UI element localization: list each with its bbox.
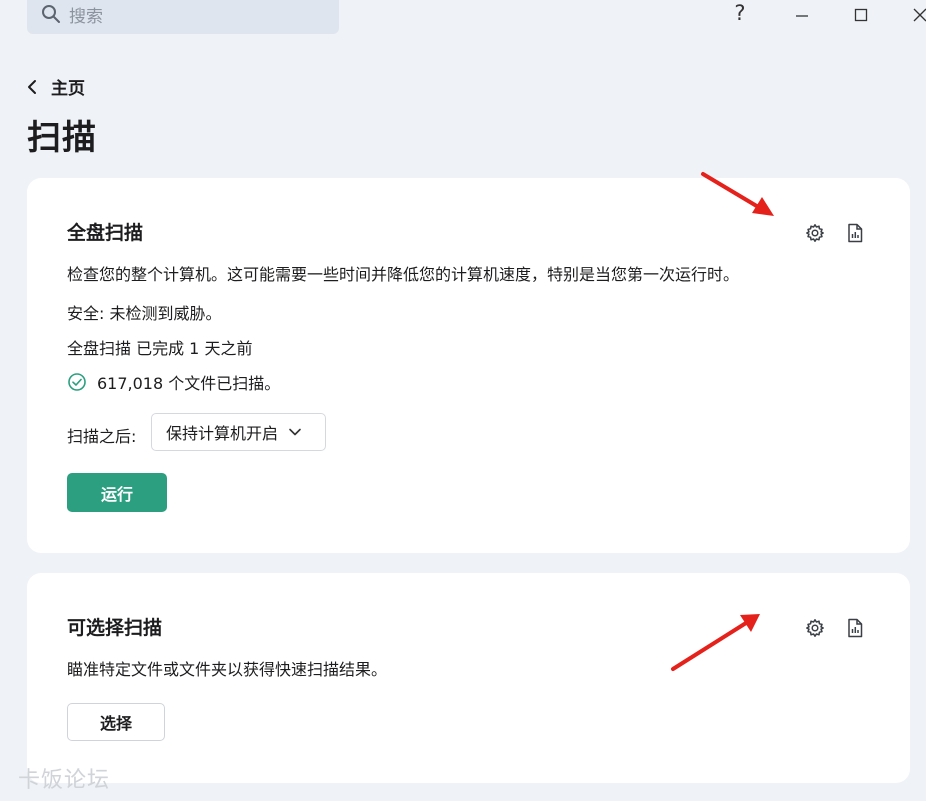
watermark: 卡饭论坛 [18,768,111,793]
annotation-arrows [671,172,774,671]
annotation-arrow-bottom [671,614,760,671]
annotation-arrow-top [701,172,774,216]
